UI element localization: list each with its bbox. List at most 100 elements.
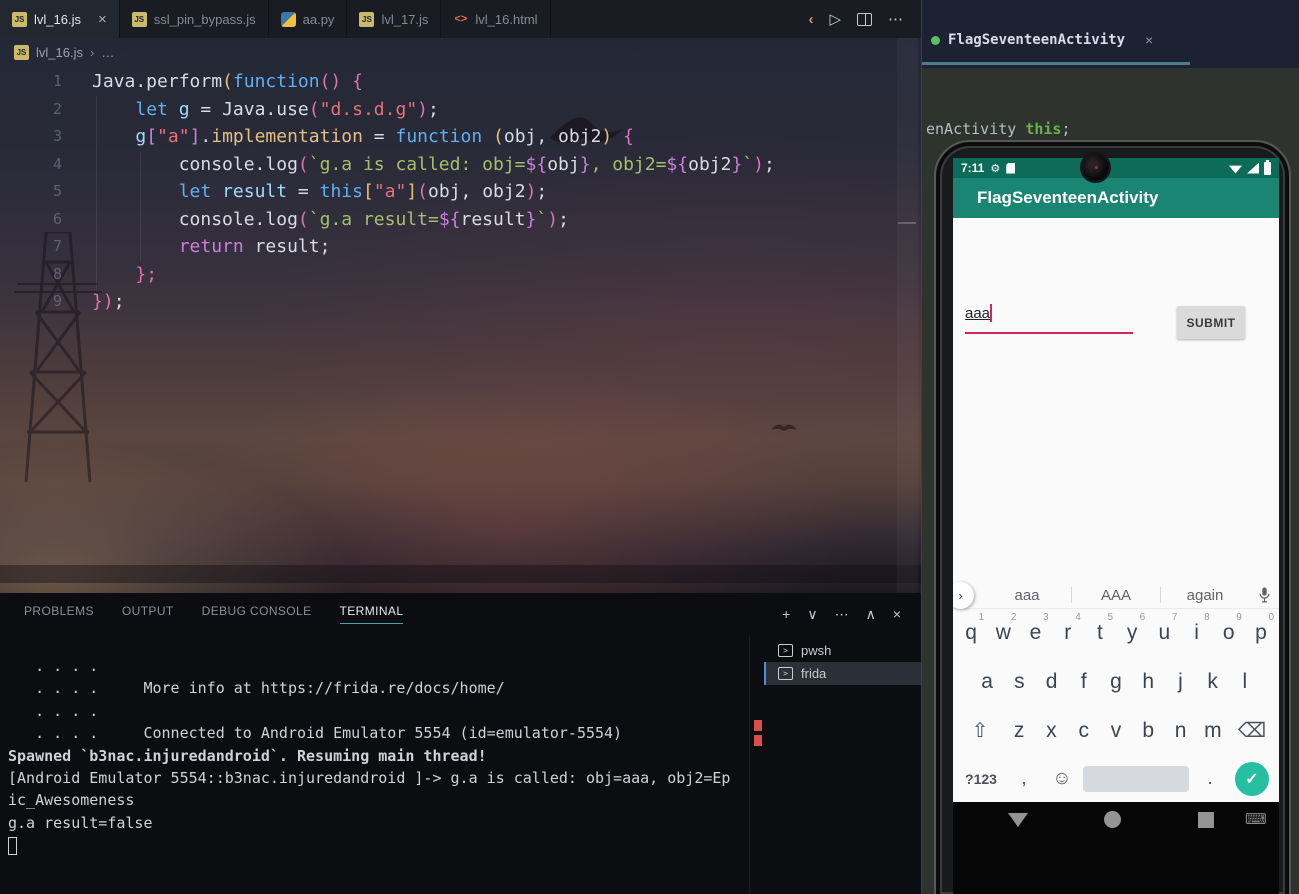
tab-close-icon[interactable]: × (98, 12, 107, 27)
suggestion-again[interactable]: again (1161, 587, 1249, 604)
key-n[interactable]: n (1164, 719, 1196, 743)
panel-actions: + ∨ ⋯ ∧ × (782, 607, 921, 621)
token: function (232, 71, 320, 92)
terminal-scrollbar[interactable] (754, 655, 762, 894)
run-file-icon[interactable]: ▷ (829, 10, 841, 28)
panel-more-actions[interactable]: ⋯ (835, 607, 849, 621)
submit-button[interactable]: SUBMIT (1177, 306, 1245, 339)
editor-tab-ssl_pin_bypass.js[interactable]: JS ssl_pin_bypass.js (120, 0, 269, 38)
close-panel-button[interactable]: × (893, 607, 901, 621)
breadcrumb[interactable]: JS lvl_16.js › … (0, 38, 921, 66)
key-a[interactable]: a (971, 670, 1003, 694)
decompiler-code-fragment: enActivity this; (926, 120, 1071, 138)
backspace-key[interactable]: ⌫ (1229, 718, 1275, 743)
key-g[interactable]: g (1100, 670, 1132, 694)
editor-tab-lvl_17.js[interactable]: JS lvl_17.js (347, 0, 442, 38)
line-number-8: 8 (52, 264, 62, 283)
key-sup-5: 5 (1107, 612, 1114, 623)
breadcrumb-more[interactable]: … (101, 45, 114, 60)
key-u[interactable]: u7 (1148, 612, 1180, 645)
key-e[interactable]: e3 (1019, 612, 1051, 645)
decompiler-tab-close-icon[interactable]: × (1145, 32, 1153, 48)
comma-key[interactable]: , (1007, 768, 1041, 789)
microphone-icon[interactable] (1249, 586, 1279, 604)
navigate-back-icon[interactable]: ‹ (808, 11, 813, 28)
key-p[interactable]: p0 (1245, 612, 1277, 645)
terminal-line-3: . . . . (8, 701, 99, 720)
key-v[interactable]: v (1100, 719, 1132, 743)
line-number-6: 6 (52, 209, 62, 228)
more-actions-icon[interactable]: ⋯ (888, 10, 903, 28)
emoji-key[interactable]: ☺ (1045, 768, 1079, 790)
editor-tab-lvl_16.html[interactable]: <> lvl_16.html (441, 0, 551, 38)
space-key[interactable] (1083, 765, 1189, 792)
key-k[interactable]: k (1197, 670, 1229, 694)
terminal-profile-dropdown[interactable]: ∨ (807, 607, 817, 621)
panel-tab-terminal[interactable]: TERMINAL (339, 604, 404, 624)
suggestion-aaa[interactable]: aaa (983, 587, 1071, 604)
token: obj2 (688, 153, 732, 175)
terminal-output[interactable]: . . . . . . . . More info at https://fri… (8, 655, 748, 894)
code-content[interactable]: Java.perform(function() { let g = Java.u… (92, 68, 775, 316)
recents-square-icon[interactable] (1198, 812, 1214, 828)
panel-tab-debug-console[interactable]: DEBUG CONSOLE (202, 604, 312, 624)
tab-label: aa.py (302, 11, 335, 27)
editor-scrollbar[interactable] (897, 38, 918, 593)
key-j[interactable]: j (1164, 670, 1196, 694)
token: obj, obj2 (503, 126, 602, 147)
token: ; (558, 208, 569, 230)
terminal-icon: > (778, 644, 793, 657)
token: ] (406, 181, 418, 202)
decompiler-tab[interactable]: FlagSeventeenActivity × (931, 32, 1153, 48)
terminal-session-pwsh[interactable]: > pwsh (764, 639, 921, 662)
home-circle-icon[interactable] (1104, 811, 1121, 828)
key-i[interactable]: i8 (1180, 612, 1212, 645)
keyboard-switch-icon[interactable]: ⌨ (1245, 810, 1267, 828)
key-b[interactable]: b (1132, 719, 1164, 743)
breadcrumb-file[interactable]: lvl_16.js (36, 45, 83, 60)
flag-input-field[interactable]: aaa (965, 304, 1133, 334)
split-editor-icon[interactable] (857, 12, 872, 26)
panel-tab-output[interactable]: OUTPUT (122, 604, 174, 624)
new-terminal-button[interactable]: + (782, 607, 790, 621)
token: = (362, 126, 396, 147)
tab-label: lvl_16.html (475, 11, 538, 27)
key-z[interactable]: z (1003, 719, 1035, 743)
key-d[interactable]: d (1035, 670, 1067, 694)
phone-navigation-bar: ⌨ (953, 802, 1279, 894)
key-c[interactable]: c (1068, 719, 1100, 743)
period-key[interactable]: . (1193, 768, 1227, 789)
token: ` (742, 153, 754, 175)
key-m[interactable]: m (1197, 719, 1229, 743)
back-triangle-icon[interactable] (1008, 813, 1028, 827)
maximize-panel-button[interactable]: ∧ (866, 607, 876, 621)
key-f[interactable]: f (1068, 670, 1100, 694)
key-o[interactable]: o9 (1213, 612, 1245, 645)
key-y[interactable]: y6 (1116, 612, 1148, 645)
editor-tab-lvl_16.js[interactable]: JS lvl_16.js × (0, 0, 120, 38)
suggestion-AAA[interactable]: AAA (1072, 587, 1160, 604)
shift-key[interactable]: ⇧ (957, 718, 1003, 743)
key-s[interactable]: s (1003, 670, 1035, 694)
key-h[interactable]: h (1132, 670, 1164, 694)
code-line-9: }); (92, 288, 775, 316)
terminal-line-2: . . . . More info at https://frida.re/do… (8, 679, 505, 698)
panel-sash[interactable] (749, 635, 750, 894)
key-r[interactable]: r4 (1052, 612, 1084, 645)
enter-check-key[interactable]: ✓ (1235, 761, 1269, 796)
editor-tab-aa.py[interactable]: aa.py (269, 0, 348, 38)
key-q[interactable]: q1 (955, 612, 987, 645)
js-file-icon: JS (131, 11, 147, 27)
terminal-session-frida[interactable]: > frida (764, 662, 921, 685)
panel-tab-problems[interactable]: PROBLEMS (24, 604, 94, 624)
key-x[interactable]: x (1035, 719, 1067, 743)
key-t[interactable]: t5 (1084, 612, 1116, 645)
key-w[interactable]: w2 (987, 612, 1019, 645)
key-sup-7: 7 (1171, 612, 1178, 623)
code-editor[interactable]: 123456789 Java.perform(function() { let … (0, 38, 921, 593)
key-l[interactable]: l (1229, 670, 1261, 694)
suggestion-expand-icon[interactable]: › (953, 582, 974, 609)
symbols-key[interactable]: ?123 (959, 771, 1003, 787)
key-sup-1: 1 (978, 612, 985, 623)
token: result (460, 208, 526, 230)
